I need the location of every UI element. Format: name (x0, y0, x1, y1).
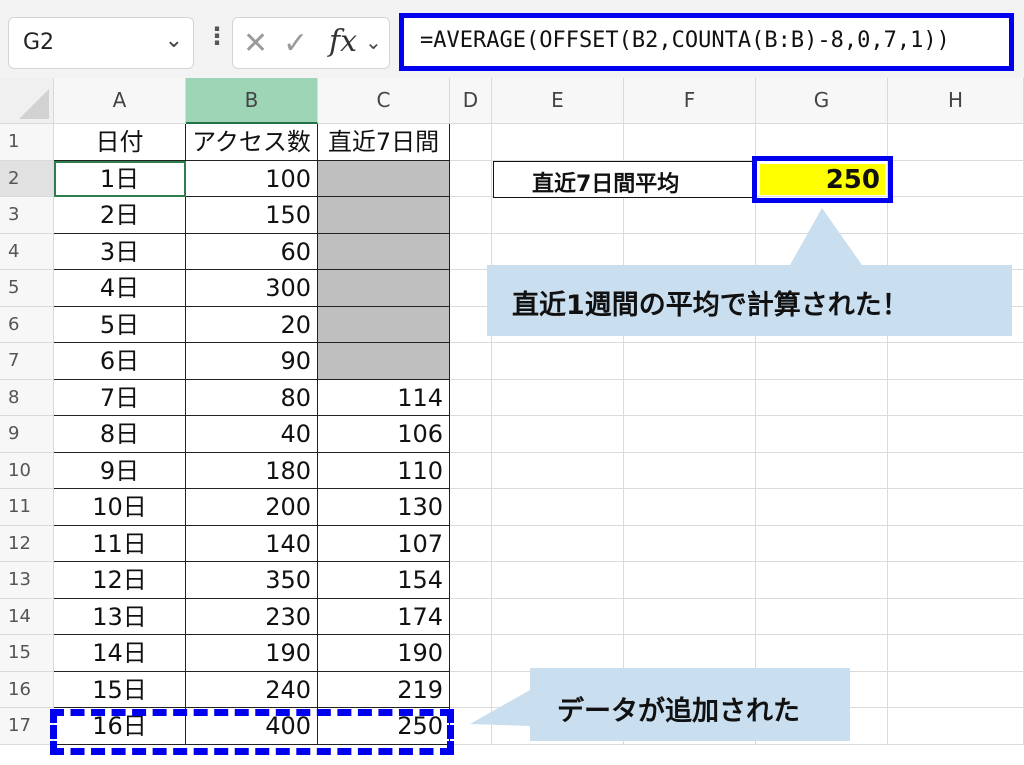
new-row-highlight (50, 709, 454, 755)
callout-top-text: 直近1週間の平均で計算された！ (512, 290, 909, 321)
callout-bottom-text: データが追加された (557, 696, 800, 727)
callout-shapes (470, 208, 1012, 741)
